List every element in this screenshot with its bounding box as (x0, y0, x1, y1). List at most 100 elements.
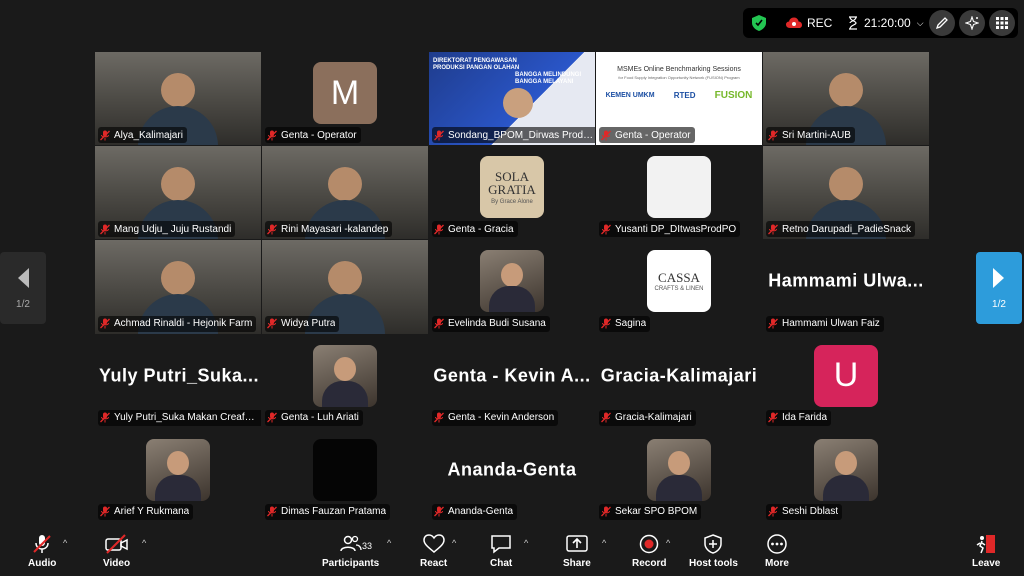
person-silhouette (829, 72, 863, 107)
meeting-status-bar: REC 21:20:00 ⌵ (743, 8, 1018, 38)
mic-muted-icon (601, 130, 611, 141)
participant-tile[interactable]: Rini Mayasari -kalandep (262, 146, 428, 240)
profile-logo: SOLA GRATIA By Grace Alone (480, 156, 544, 219)
share-options-caret[interactable]: ^ (602, 538, 606, 548)
react-options-caret[interactable]: ^ (452, 538, 456, 548)
participant-tile[interactable]: M Genta - Operator (262, 52, 428, 146)
participants-button[interactable]: Participants (322, 534, 379, 569)
chat-label: Chat (490, 558, 513, 569)
participant-tile[interactable]: Hammami Ulwa... Hammami Ulwan Faiz (763, 240, 929, 334)
participant-tile[interactable]: SOLA GRATIA By Grace Alone Genta - Gracia (429, 146, 595, 240)
participant-tile[interactable]: Genta - Kevin A... Genta - Kevin Anderson (429, 334, 595, 428)
chat-options-caret[interactable]: ^ (524, 538, 528, 548)
video-options-caret[interactable]: ^ (142, 538, 146, 548)
participant-tile[interactable]: Retno Darupadi_PadieSnack (763, 146, 929, 240)
participant-tile[interactable]: Mang Udju_ Juju Rustandi (95, 146, 261, 240)
record-options-caret[interactable]: ^ (666, 538, 670, 548)
shield-icon[interactable] (752, 15, 766, 31)
participant-tile[interactable]: CASSA CRAFTS & LINEN Sagina (596, 240, 762, 334)
previous-page-button[interactable]: 1/2 (0, 252, 46, 324)
meeting-timer[interactable]: 21:20:00 ⌵ (848, 16, 924, 30)
participant-tile[interactable]: Dimas Fauzan Pratama (262, 428, 428, 522)
participant-tile[interactable]: U Ida Farida (763, 334, 929, 428)
next-page-button[interactable]: 1/2 (976, 252, 1022, 324)
video-button[interactable]: Video (103, 534, 130, 569)
participant-name: Sri Martini-AUB (782, 129, 851, 141)
participant-tile[interactable]: Yusanti DP_DItwasProdPO (596, 146, 762, 240)
share-button[interactable]: Share (563, 534, 591, 569)
participant-tile[interactable]: Achmad Rinaldi - Hejonik Farm (95, 240, 261, 334)
profile-photo (146, 438, 210, 501)
microphone-muted-icon (33, 535, 51, 553)
record-button[interactable]: Record (632, 534, 666, 569)
avatar-initial: M (330, 73, 360, 112)
more-button[interactable]: More (765, 534, 789, 569)
page-indicator-left: 1/2 (16, 298, 30, 310)
profile-photo (480, 250, 544, 313)
mic-muted-icon (267, 130, 277, 141)
ai-companion-button[interactable] (959, 10, 985, 36)
participant-name: Widya Putra (281, 318, 336, 330)
participant-tile[interactable]: Seshi Dblast (763, 428, 929, 522)
record-icon (639, 534, 659, 554)
mic-muted-icon (267, 506, 277, 517)
participant-tile[interactable]: DIREKTORAT PENGAWASAN PRODUKSI PANGAN OL… (429, 52, 595, 146)
participant-name-tag: Mang Udju_ Juju Rustandi (98, 221, 236, 238)
audio-options-caret[interactable]: ^ (63, 538, 67, 548)
participant-tile[interactable]: Gracia-Kalimajari Gracia-Kalimajari (596, 334, 762, 428)
participant-tile[interactable]: Sri Martini-AUB (763, 52, 929, 146)
audio-button[interactable]: Audio (28, 534, 56, 569)
mic-muted-icon (100, 412, 110, 423)
sparkle-icon (965, 16, 979, 30)
mic-muted-icon (434, 506, 444, 517)
rec-label: REC (807, 16, 833, 30)
host-tools-button[interactable]: Host tools (689, 534, 738, 569)
participant-name: Achmad Rinaldi - Hejonik Farm (114, 318, 253, 330)
participant-tile[interactable]: Arief Y Rukmana (95, 428, 261, 522)
leave-button[interactable]: Leave (972, 534, 1000, 569)
participant-name: Ida Farida (782, 412, 828, 424)
participant-name-tag: Retno Darupadi_PadieSnack (766, 221, 915, 238)
record-label: Record (632, 558, 667, 569)
recording-indicator[interactable]: REC (786, 16, 832, 30)
logo-subtext: CRAFTS & LINEN (654, 286, 704, 293)
mic-muted-icon (601, 412, 611, 423)
participant-name-tag: Genta - Operator (265, 127, 361, 144)
host-tools-label: Host tools (689, 558, 738, 569)
mic-muted-icon (768, 412, 778, 423)
participant-tile[interactable]: Evelinda Budi Susana (429, 240, 595, 334)
participant-name: Mang Udju_ Juju Rustandi (114, 223, 232, 235)
display-name-large: Ananda-Genta (447, 459, 577, 480)
participant-tile[interactable]: Widya Putra (262, 240, 428, 334)
logo-subtext: By Grace Alone (491, 198, 533, 205)
logo-text: CASSA (658, 269, 700, 285)
participants-options-caret[interactable]: ^ (387, 538, 391, 548)
view-options-button[interactable] (989, 10, 1015, 36)
participant-tile[interactable]: Genta - Luh Ariati (262, 334, 428, 428)
participant-tile[interactable]: Ananda-Genta Ananda-Genta (429, 428, 595, 522)
participant-name-tag: Genta - Luh Ariati (265, 409, 363, 426)
participant-tile[interactable]: Alya_Kalimajari (95, 52, 261, 146)
grid-icon (996, 17, 1008, 29)
chat-button[interactable]: Chat (490, 534, 512, 569)
participant-name-tag: Evelinda Budi Susana (432, 315, 550, 332)
participants-icon (339, 535, 362, 552)
chevron-down-icon[interactable]: ⌵ (917, 18, 924, 29)
share-screen-icon (566, 535, 588, 552)
avatar: U (814, 344, 878, 407)
participant-tile[interactable]: Yuly Putri_Suka... Yuly Putri_Suka Makan … (95, 334, 261, 428)
participant-tile[interactable]: Sekar SPO BPOM (596, 428, 762, 522)
display-name-large: Yuly Putri_Suka... (99, 365, 260, 386)
rted-logo: RTED (673, 91, 696, 100)
audio-label: Audio (28, 558, 57, 569)
participant-name: Arief Y Rukmana (114, 506, 190, 518)
participant-name: Dimas Fauzan Pratama (281, 506, 387, 518)
participant-name-tag: Ananda-Genta (432, 503, 518, 520)
participant-name: Sekar SPO BPOM (615, 506, 698, 518)
participant-name: Genta - Kevin Anderson (448, 412, 555, 424)
react-button[interactable]: React (420, 534, 447, 569)
slide-title: DIREKTORAT PENGAWASAN PRODUKSI PANGAN OL… (433, 58, 520, 71)
annotate-button[interactable] (929, 10, 955, 36)
participant-tile[interactable]: MSMEs Online Benchmarking Sessions for Fo… (596, 52, 762, 146)
leave-icon (976, 535, 996, 554)
